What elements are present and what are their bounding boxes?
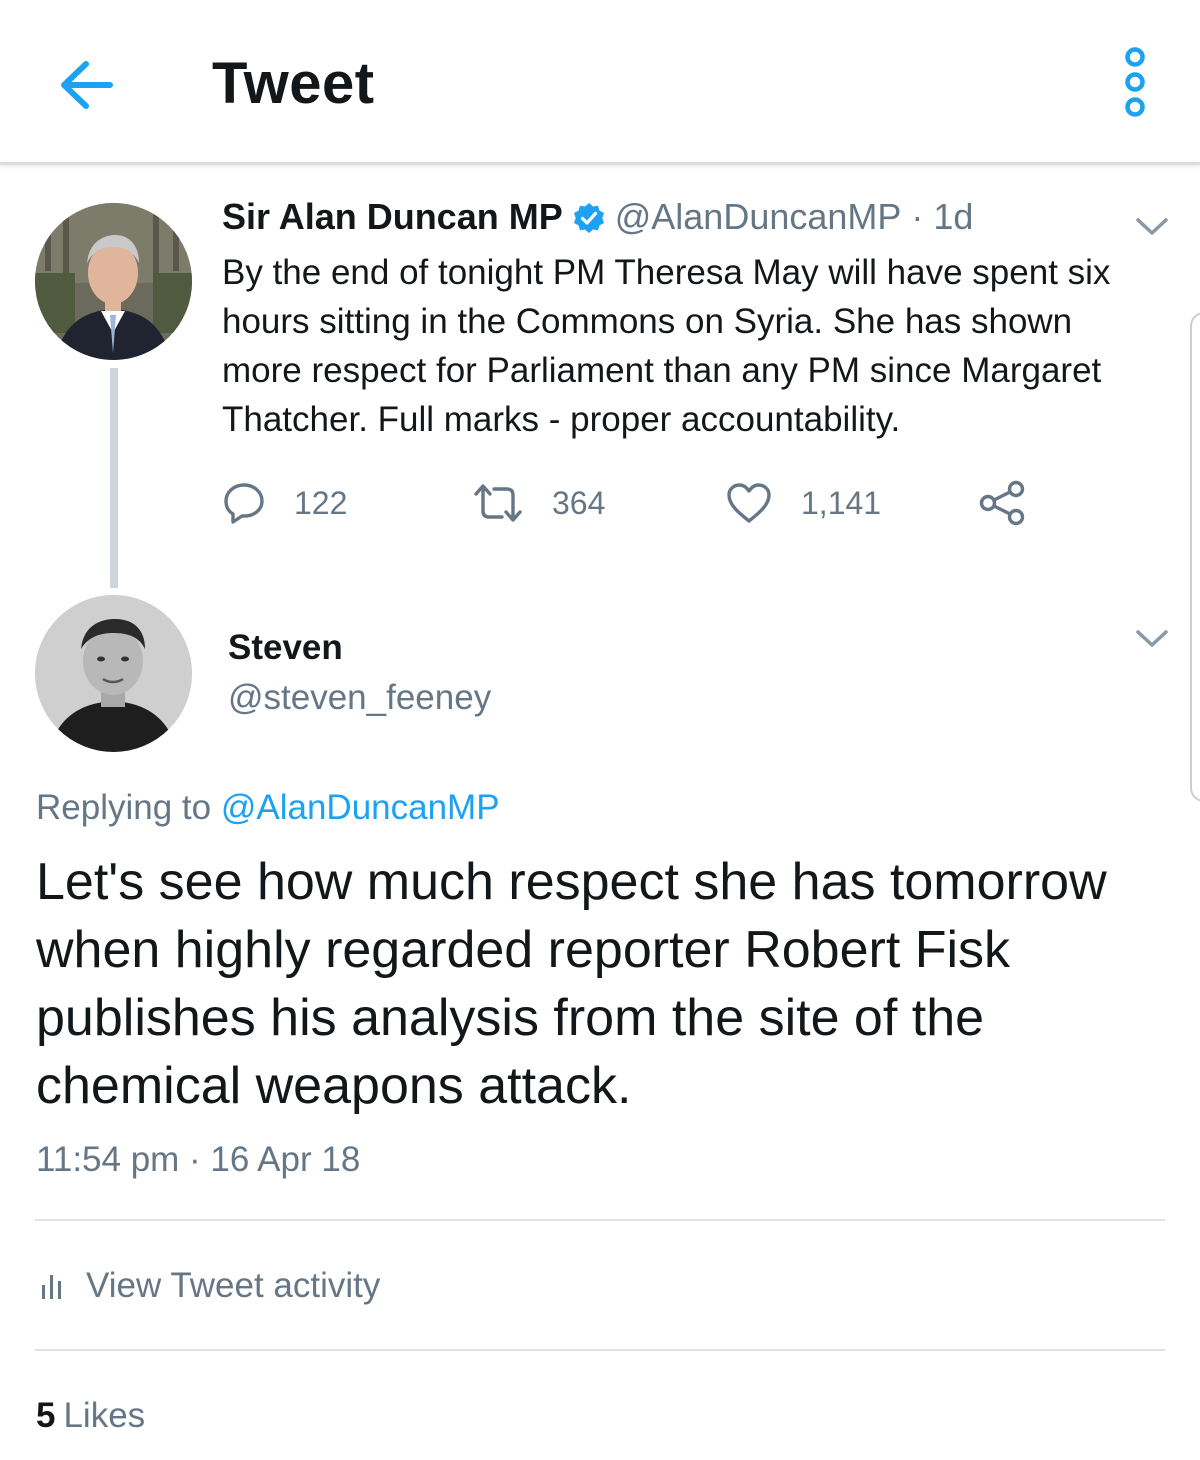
- chevron-down-icon: [1136, 630, 1168, 647]
- view-tweet-activity-button[interactable]: View Tweet activity: [40, 1266, 380, 1306]
- like-button[interactable]: 1,141: [725, 478, 881, 528]
- author-name[interactable]: Sir Alan Duncan MP: [222, 196, 563, 238]
- retweet-count: 364: [552, 484, 606, 521]
- page-title: Tweet: [212, 51, 375, 116]
- reply-tweet-text: Let's see how much respect she has tomor…: [36, 853, 1107, 1115]
- retweet-icon: [474, 484, 522, 522]
- avatar[interactable]: [35, 203, 192, 360]
- separator-dot: ·: [911, 196, 924, 237]
- retweet-button[interactable]: 364: [472, 478, 605, 528]
- replying-to-handle-link[interactable]: @AlanDuncanMP: [221, 788, 500, 827]
- likes-summary[interactable]: 5 Likes: [36, 1396, 145, 1436]
- back-button[interactable]: [52, 50, 122, 120]
- likes-label: Likes: [63, 1396, 146, 1435]
- like-count: 1,141: [801, 484, 882, 521]
- share-button[interactable]: [978, 478, 1028, 528]
- scroll-indicator[interactable]: [1190, 312, 1200, 802]
- reply-author-name[interactable]: Steven: [228, 628, 343, 668]
- thread-line: [110, 368, 118, 588]
- verified-icon: [573, 201, 605, 233]
- back-arrow-icon: [61, 61, 113, 109]
- chevron-down-icon: [1136, 218, 1168, 235]
- parent-tweet-text: By the end of tonight PM Theresa May wil…: [222, 253, 1111, 439]
- share-icon: [979, 480, 1025, 526]
- view-tweet-activity-label: View Tweet activity: [86, 1266, 381, 1305]
- reply-button[interactable]: 122: [222, 478, 347, 528]
- replying-to-prefix: Replying to: [36, 788, 212, 827]
- tweet-age: 1d: [933, 196, 974, 237]
- more-options-button[interactable]: [1118, 46, 1152, 122]
- replying-to: Replying to @AlanDuncanMP: [36, 788, 500, 828]
- reply-menu-button[interactable]: [1134, 626, 1170, 650]
- likes-count: 5: [36, 1396, 56, 1435]
- divider: [35, 1349, 1165, 1351]
- more-options-icon: [1125, 47, 1145, 117]
- tweet-timestamp: 11:54 pm · 16 Apr 18: [36, 1140, 361, 1179]
- avatar[interactable]: [35, 595, 192, 752]
- tweet-menu-button[interactable]: [1134, 214, 1170, 238]
- parent-tweet-header: Sir Alan Duncan MP @AlanDuncanMP · 1d: [222, 196, 973, 238]
- heart-icon: [727, 483, 771, 523]
- reply-author-handle[interactable]: @steven_feeney: [228, 678, 491, 718]
- reply-icon: [224, 483, 264, 524]
- author-handle[interactable]: @AlanDuncanMP: [615, 196, 902, 238]
- divider: [35, 1219, 1165, 1221]
- app-header: Tweet: [0, 0, 1200, 165]
- bar-chart-icon: [42, 1275, 61, 1299]
- reply-count: 122: [294, 484, 348, 521]
